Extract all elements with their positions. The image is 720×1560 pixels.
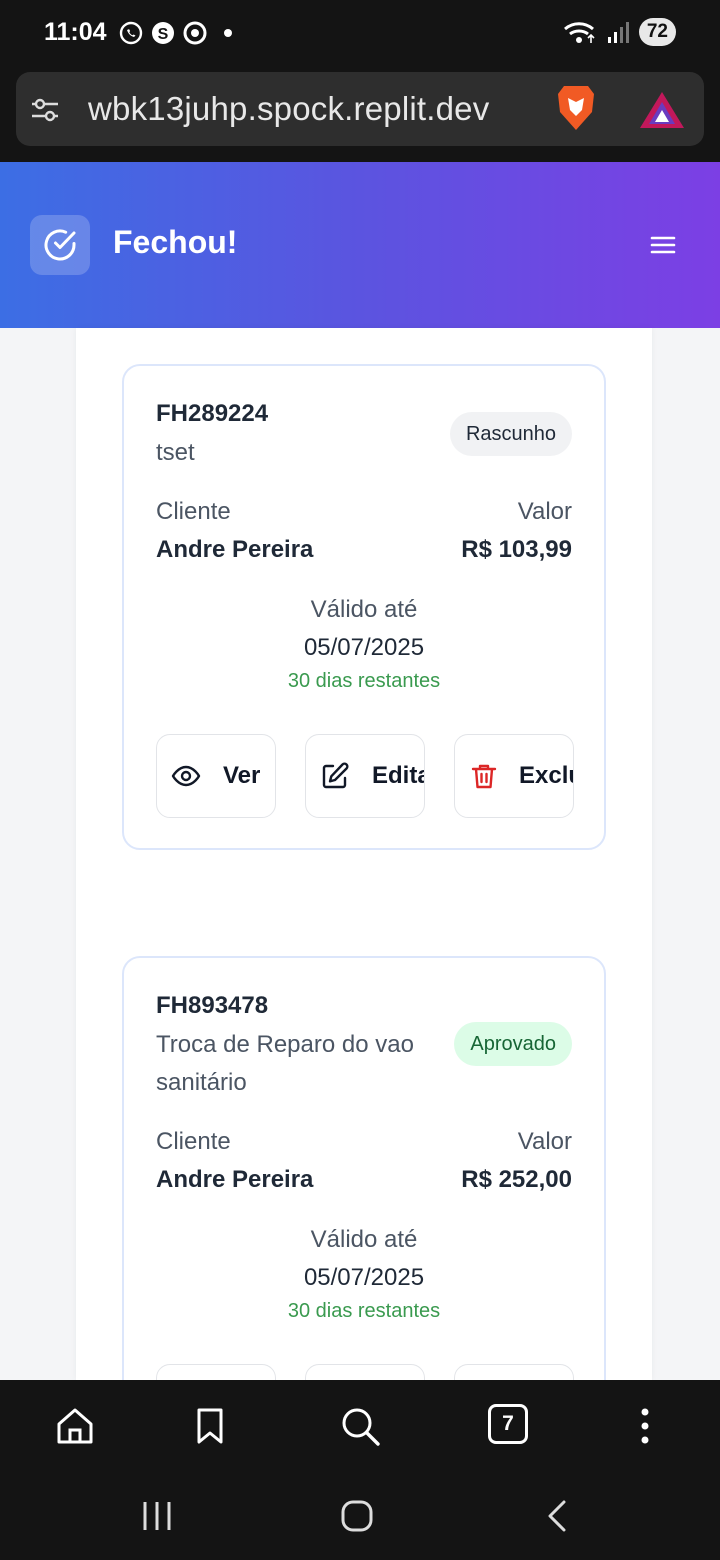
view-button[interactable]	[156, 1364, 276, 1380]
delete-button[interactable]	[454, 1364, 574, 1380]
quote-code: FH289224	[156, 400, 269, 427]
value-label: Valor	[517, 1128, 572, 1155]
wifi-icon	[563, 22, 595, 43]
client-label: Cliente	[156, 1128, 231, 1155]
site-settings-icon[interactable]	[30, 96, 60, 124]
home-icon[interactable]	[53, 1404, 97, 1448]
trash-icon	[471, 764, 497, 789]
view-button[interactable]: Ver	[156, 734, 276, 818]
brave-rewards-icon[interactable]	[638, 90, 686, 130]
app-title: Fechou!	[113, 224, 238, 260]
browser-bottom-bar: 7	[0, 1380, 720, 1480]
svg-text:S: S	[158, 26, 169, 43]
quote-value: R$ 252,00	[461, 1166, 572, 1193]
brave-shields-icon[interactable]	[552, 82, 600, 134]
edit-button[interactable]: Editar	[305, 734, 425, 818]
status-badge: Rascunho	[449, 412, 572, 456]
hamburger-menu-icon[interactable]	[646, 230, 680, 260]
client-name: Andre Pereira	[156, 1166, 314, 1193]
delete-button[interactable]: Excluir	[454, 734, 574, 818]
status-badge: Aprovado	[454, 1022, 572, 1066]
notification-icons: S	[118, 20, 232, 46]
valid-until-label: Válido até	[310, 596, 418, 623]
view-button-label: Ver	[223, 762, 261, 789]
home-nav-icon[interactable]	[339, 1498, 375, 1534]
valid-until-date: 05/07/2025	[303, 634, 425, 661]
system-nav-bar	[0, 1480, 720, 1560]
edit-button-label: Editar	[372, 762, 424, 789]
valid-until-label: Válido até	[310, 1226, 418, 1253]
quote-description-line1: Troca de Reparo do vao	[156, 1031, 414, 1058]
quotes-list: FH289224 tset Rascunho Cliente Valor And…	[76, 328, 652, 1380]
check-circle-icon	[44, 229, 76, 261]
whatsapp-icon	[119, 21, 143, 45]
valid-until-date: 05/07/2025	[303, 1264, 425, 1291]
value-label: Valor	[517, 498, 572, 525]
client-name: Andre Pereira	[156, 536, 314, 563]
bookmark-icon[interactable]	[188, 1404, 232, 1448]
address-bar[interactable]: wbk13juhp.spock.replit.dev	[16, 72, 704, 146]
days-remaining: 30 dias restantes	[287, 670, 441, 692]
delete-button-label: Excluir	[519, 762, 573, 789]
more-notifications-dot	[224, 29, 232, 37]
url-text[interactable]: wbk13juhp.spock.replit.dev	[88, 90, 489, 128]
skype-icon: S	[152, 22, 174, 44]
tabs-count-button[interactable]: 7	[488, 1404, 528, 1444]
search-icon[interactable]	[338, 1404, 382, 1448]
signal-icon	[607, 22, 629, 43]
status-bar: 11:04 S 72	[0, 0, 720, 64]
quote-code: FH893478	[156, 992, 269, 1019]
quote-card: FH289224 tset Rascunho Cliente Valor And…	[122, 364, 606, 850]
quote-card: FH893478 Troca de Reparo do vao sanitári…	[122, 956, 606, 1380]
battery-level: 72	[638, 18, 676, 46]
quote-description: tset	[156, 439, 195, 466]
client-label: Cliente	[156, 498, 231, 525]
quote-description-line2: sanitário	[156, 1069, 247, 1096]
eye-icon	[171, 765, 201, 787]
edit-button[interactable]	[305, 1364, 425, 1380]
status-time: 11:04	[44, 18, 107, 46]
quote-value: R$ 103,99	[461, 536, 572, 563]
days-remaining: 30 dias restantes	[287, 1300, 441, 1322]
recent-apps-icon[interactable]	[140, 1498, 174, 1534]
app-header: Fechou!	[0, 162, 720, 328]
more-options-icon[interactable]	[623, 1404, 667, 1448]
back-icon[interactable]	[544, 1498, 570, 1534]
chrome-icon	[183, 21, 207, 45]
app-logo	[30, 215, 90, 275]
browser-toolbar: wbk13juhp.spock.replit.dev	[0, 64, 720, 162]
edit-icon	[322, 762, 349, 789]
